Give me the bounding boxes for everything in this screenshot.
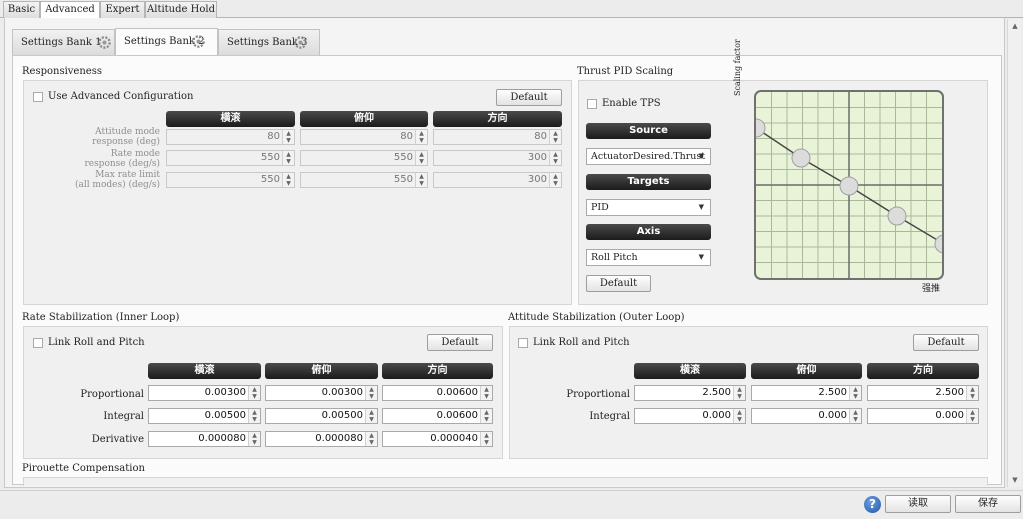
proportional-label: Proportional — [566, 389, 630, 400]
checkbox-box[interactable] — [33, 337, 43, 348]
attitude-yaw-ki-spinbox[interactable]: 0.000 ▲ ▼ — [867, 408, 979, 424]
chevron-down-icon: ▼ — [698, 203, 704, 211]
thrust-pid-title: Thrust PID Scaling — [577, 66, 674, 77]
gear-icon — [98, 36, 111, 49]
attitude-pitch-kp-spinbox[interactable]: 2.500 ▲ ▼ — [751, 385, 862, 401]
scroll-down-icon[interactable]: ▼ — [1010, 475, 1020, 485]
column-header-pitch: 俯仰 — [265, 363, 378, 379]
column-header-roll: 横滚 — [166, 111, 295, 127]
checkbox-label: Use Advanced Configuration — [48, 91, 194, 102]
tab-expert[interactable]: Expert — [100, 1, 145, 18]
attitude-mode-label: Attitude mode response (deg) — [92, 127, 160, 147]
max-rate-label: Max rate limit (all modes) (deg/s) — [74, 170, 160, 190]
derivative-label: Derivative — [91, 434, 144, 445]
maxrate-pitch-spinbox[interactable]: 550 ▲ ▼ — [300, 172, 428, 188]
chevron-down-icon: ▼ — [698, 253, 704, 261]
rate-roll-kp-spinbox[interactable]: 0.00300 ▲ ▼ — [148, 385, 261, 401]
integral-label: Integral — [589, 411, 630, 422]
gear-icon — [294, 36, 307, 49]
tps-default-button[interactable]: Default — [586, 275, 651, 292]
attitude-yaw-spinbox[interactable]: 80 ▲ ▼ — [433, 129, 562, 145]
axis-header: Axis — [586, 224, 711, 240]
tab-settings-bank-3[interactable]: Settings Bank 3 — [218, 29, 320, 55]
checkbox-box[interactable] — [587, 98, 597, 109]
targets-combo[interactable]: PID ▼ — [586, 199, 711, 216]
checkbox-box[interactable] — [518, 337, 528, 348]
column-header-yaw: 方向 — [867, 363, 979, 379]
source-combo[interactable]: ActuatorDesired.Thrust ▼ — [586, 148, 711, 165]
axis-combo[interactable]: Roll Pitch ▼ — [586, 249, 711, 266]
rate-default-button[interactable]: Default — [427, 334, 493, 351]
attitude-roll-spinbox[interactable]: 80 ▲ ▼ — [166, 129, 295, 145]
tab-altitude-hold[interactable]: Altitude Hold — [145, 1, 217, 18]
column-header-yaw: 方向 — [382, 363, 493, 379]
rate-roll-spinbox[interactable]: 550 ▲ ▼ — [166, 150, 295, 166]
rate-roll-ki-spinbox[interactable]: 0.00500 ▲ ▼ — [148, 408, 261, 424]
save-button[interactable]: 保存 — [955, 495, 1021, 513]
enable-tps-checkbox[interactable]: Enable TPS — [587, 98, 661, 109]
scroll-up-icon[interactable]: ▲ — [1010, 21, 1020, 31]
attitude-default-button[interactable]: Default — [913, 334, 979, 351]
attitude-link-checkbox[interactable]: Link Roll and Pitch — [518, 337, 630, 348]
graph-x-axis-label: 强推 — [922, 284, 941, 294]
pirouette-group — [23, 477, 988, 486]
rate-yaw-spinbox[interactable]: 300 ▲ ▼ — [433, 150, 562, 166]
tab-settings-bank-1[interactable]: Settings Bank 1 — [12, 29, 115, 55]
column-header-roll: 横滚 — [148, 363, 261, 379]
attitude-yaw-kp-spinbox[interactable]: 2.500 ▲ ▼ — [867, 385, 979, 401]
targets-header: Targets — [586, 174, 711, 190]
checkbox-label: Link Roll and Pitch — [48, 337, 145, 348]
tab-label: Settings Bank 1 — [21, 37, 102, 48]
rate-stab-title: Rate Stabilization (Inner Loop) — [22, 312, 180, 323]
source-header: Source — [586, 123, 711, 139]
vertical-scrollbar[interactable]: ▲ ▼ — [1007, 19, 1021, 487]
rate-pitch-spinbox[interactable]: 550 ▲ ▼ — [300, 150, 428, 166]
tps-curve-graph[interactable] — [754, 90, 944, 280]
help-icon[interactable]: ? — [864, 496, 881, 513]
rate-pitch-kd-spinbox[interactable]: 0.000080 ▲ ▼ — [265, 431, 378, 447]
pirouette-title: Pirouette Compensation — [22, 463, 145, 474]
checkbox-label: Enable TPS — [602, 98, 661, 109]
attitude-roll-kp-spinbox[interactable]: 2.500 ▲ ▼ — [634, 385, 746, 401]
rate-yaw-kp-spinbox[interactable]: 0.00600 ▲ ▼ — [382, 385, 493, 401]
attitude-stab-title: Attitude Stabilization (Outer Loop) — [508, 312, 685, 323]
graph-y-axis-label: Scaling factor — [733, 39, 742, 96]
rate-yaw-ki-spinbox[interactable]: 0.00600 ▲ ▼ — [382, 408, 493, 424]
responsiveness-default-button[interactable]: Default — [496, 89, 562, 106]
responsiveness-title: Responsiveness — [22, 66, 102, 77]
proportional-label: Proportional — [80, 389, 144, 400]
column-header-pitch: 俯仰 — [300, 111, 428, 127]
attitude-roll-ki-spinbox[interactable]: 0.000 ▲ ▼ — [634, 408, 746, 424]
rate-mode-label: Rate mode response (deg/s) — [84, 149, 160, 169]
integral-label: Integral — [103, 411, 144, 422]
column-header-pitch: 俯仰 — [751, 363, 862, 379]
checkbox-box[interactable] — [33, 91, 43, 102]
chevron-down-icon: ▼ — [698, 152, 704, 160]
tps-curve-svg — [756, 92, 942, 278]
column-header-yaw: 方向 — [433, 111, 562, 127]
tab-basic[interactable]: Basic — [3, 1, 40, 18]
gear-icon — [192, 35, 205, 48]
maxrate-yaw-spinbox[interactable]: 300 ▲ ▼ — [433, 172, 562, 188]
maxrate-roll-spinbox[interactable]: 550 ▲ ▼ — [166, 172, 295, 188]
use-advanced-checkbox[interactable]: Use Advanced Configuration — [33, 91, 193, 102]
rate-pitch-kp-spinbox[interactable]: 0.00300 ▲ ▼ — [265, 385, 378, 401]
attitude-pitch-spinbox[interactable]: 80 ▲ ▼ — [300, 129, 428, 145]
tab-advanced[interactable]: Advanced — [40, 1, 100, 19]
rate-link-checkbox[interactable]: Link Roll and Pitch — [33, 337, 145, 348]
column-header-roll: 横滚 — [634, 363, 746, 379]
rate-yaw-kd-spinbox[interactable]: 0.000040 ▲ ▼ — [382, 431, 493, 447]
load-button[interactable]: 读取 — [885, 495, 951, 513]
rate-pitch-ki-spinbox[interactable]: 0.00500 ▲ ▼ — [265, 408, 378, 424]
rate-roll-kd-spinbox[interactable]: 0.000080 ▲ ▼ — [148, 431, 261, 447]
checkbox-label: Link Roll and Pitch — [533, 337, 630, 348]
attitude-pitch-ki-spinbox[interactable]: 0.000 ▲ ▼ — [751, 408, 862, 424]
tab-settings-bank-2[interactable]: Settings Bank 2 — [115, 28, 218, 56]
